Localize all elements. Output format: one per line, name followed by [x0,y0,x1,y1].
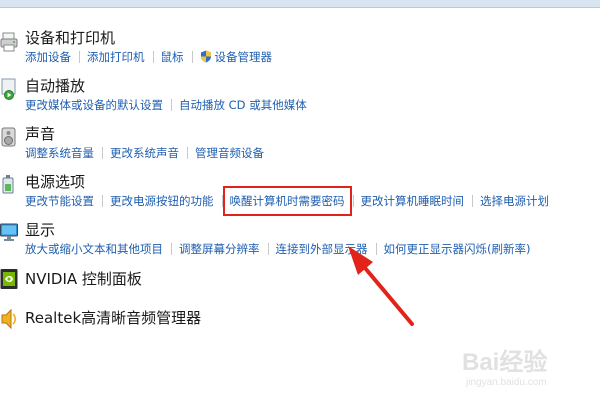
link-divider [375,243,377,255]
link-divider [221,195,223,207]
link-divider [171,243,172,255]
manage-audio-devices-link[interactable]: 管理音频设备 [195,145,264,161]
adjust-resolution-link[interactable]: 调整屏幕分辨率 [179,241,260,257]
nvidia-icon [0,268,18,290]
link-divider [191,51,193,63]
category-links: 调整系统音量 更改系统声音 管理音频设备 [25,145,264,161]
speaker-icon [0,126,18,148]
device-manager-link[interactable]: 设备管理器 [215,49,273,65]
link-divider [171,99,172,111]
realtek-audio-icon [0,308,18,330]
add-device-link[interactable]: 添加设备 [25,49,71,65]
link-divider [267,243,269,255]
add-printer-link[interactable]: 添加打印机 [87,49,145,65]
choose-power-plan-link[interactable]: 选择电源计划 [480,193,549,209]
category-links: 放大或缩小文本和其他项目 调整屏幕分辨率 连接到外部显示器 如何更正显示器闪烁(刷新率… [25,241,530,257]
change-sleep-time-link[interactable]: 更改计算机睡眠时间 [361,193,465,209]
category-links: 更改媒体或设备的默认设置 自动播放 CD 或其他媒体 [25,97,307,113]
link-divider [79,51,80,63]
watermark-logo-text: Bai经验 [462,348,547,376]
category-title[interactable]: 电源选项 [25,171,85,192]
printer-icon [0,31,18,53]
display-icon [0,222,18,244]
category-links: 更改节能设置 更改电源按钮的功能 唤醒计算机时需要密码 更改计算机睡眠时间 选择电源计划 [25,186,549,216]
link-divider [352,195,354,207]
adjust-volume-link[interactable]: 调整系统音量 [25,145,94,161]
link-divider [472,195,473,207]
link-divider [102,147,103,159]
category-title[interactable]: NVIDIA 控制面板 [25,268,142,289]
autoplay-cd-link[interactable]: 自动播放 CD 或其他媒体 [179,97,307,113]
zoom-text-link[interactable]: 放大或缩小文本和其他项目 [25,241,163,257]
autoplay-icon [0,78,18,100]
shield-icon [200,50,212,63]
category-title[interactable]: 显示 [25,219,55,240]
change-system-sounds-link[interactable]: 更改系统声音 [110,145,179,161]
require-password-on-wakeup-link[interactable]: 唤醒计算机时需要密码 [222,186,352,216]
mouse-link[interactable]: 鼠标 [161,49,184,65]
window-top-edge [0,0,600,8]
change-media-defaults-link[interactable]: 更改媒体或设备的默认设置 [25,97,163,113]
change-power-button-link[interactable]: 更改电源按钮的功能 [110,193,214,209]
link-divider [102,195,103,207]
category-title[interactable]: Realtek高清晰音频管理器 [25,307,201,328]
power-options-icon [0,174,18,196]
fix-monitor-flicker-link[interactable]: 如何更正显示器闪烁(刷新率) [384,241,531,257]
watermark-url-text: jingyan.baidu.com [465,377,547,388]
baidu-jingyan-watermark: Bai经验 jingyan.baidu.com [452,340,592,390]
category-title[interactable]: 声音 [25,123,55,144]
connect-external-display-link[interactable]: 连接到外部显示器 [276,241,368,257]
category-links: 添加设备 添加打印机 鼠标 设备管理器 [25,49,272,65]
change-power-saving-link[interactable]: 更改节能设置 [25,193,94,209]
category-title[interactable]: 自动播放 [25,75,85,96]
link-divider [152,51,154,63]
link-divider [187,147,188,159]
category-title[interactable]: 设备和打印机 [25,27,115,48]
